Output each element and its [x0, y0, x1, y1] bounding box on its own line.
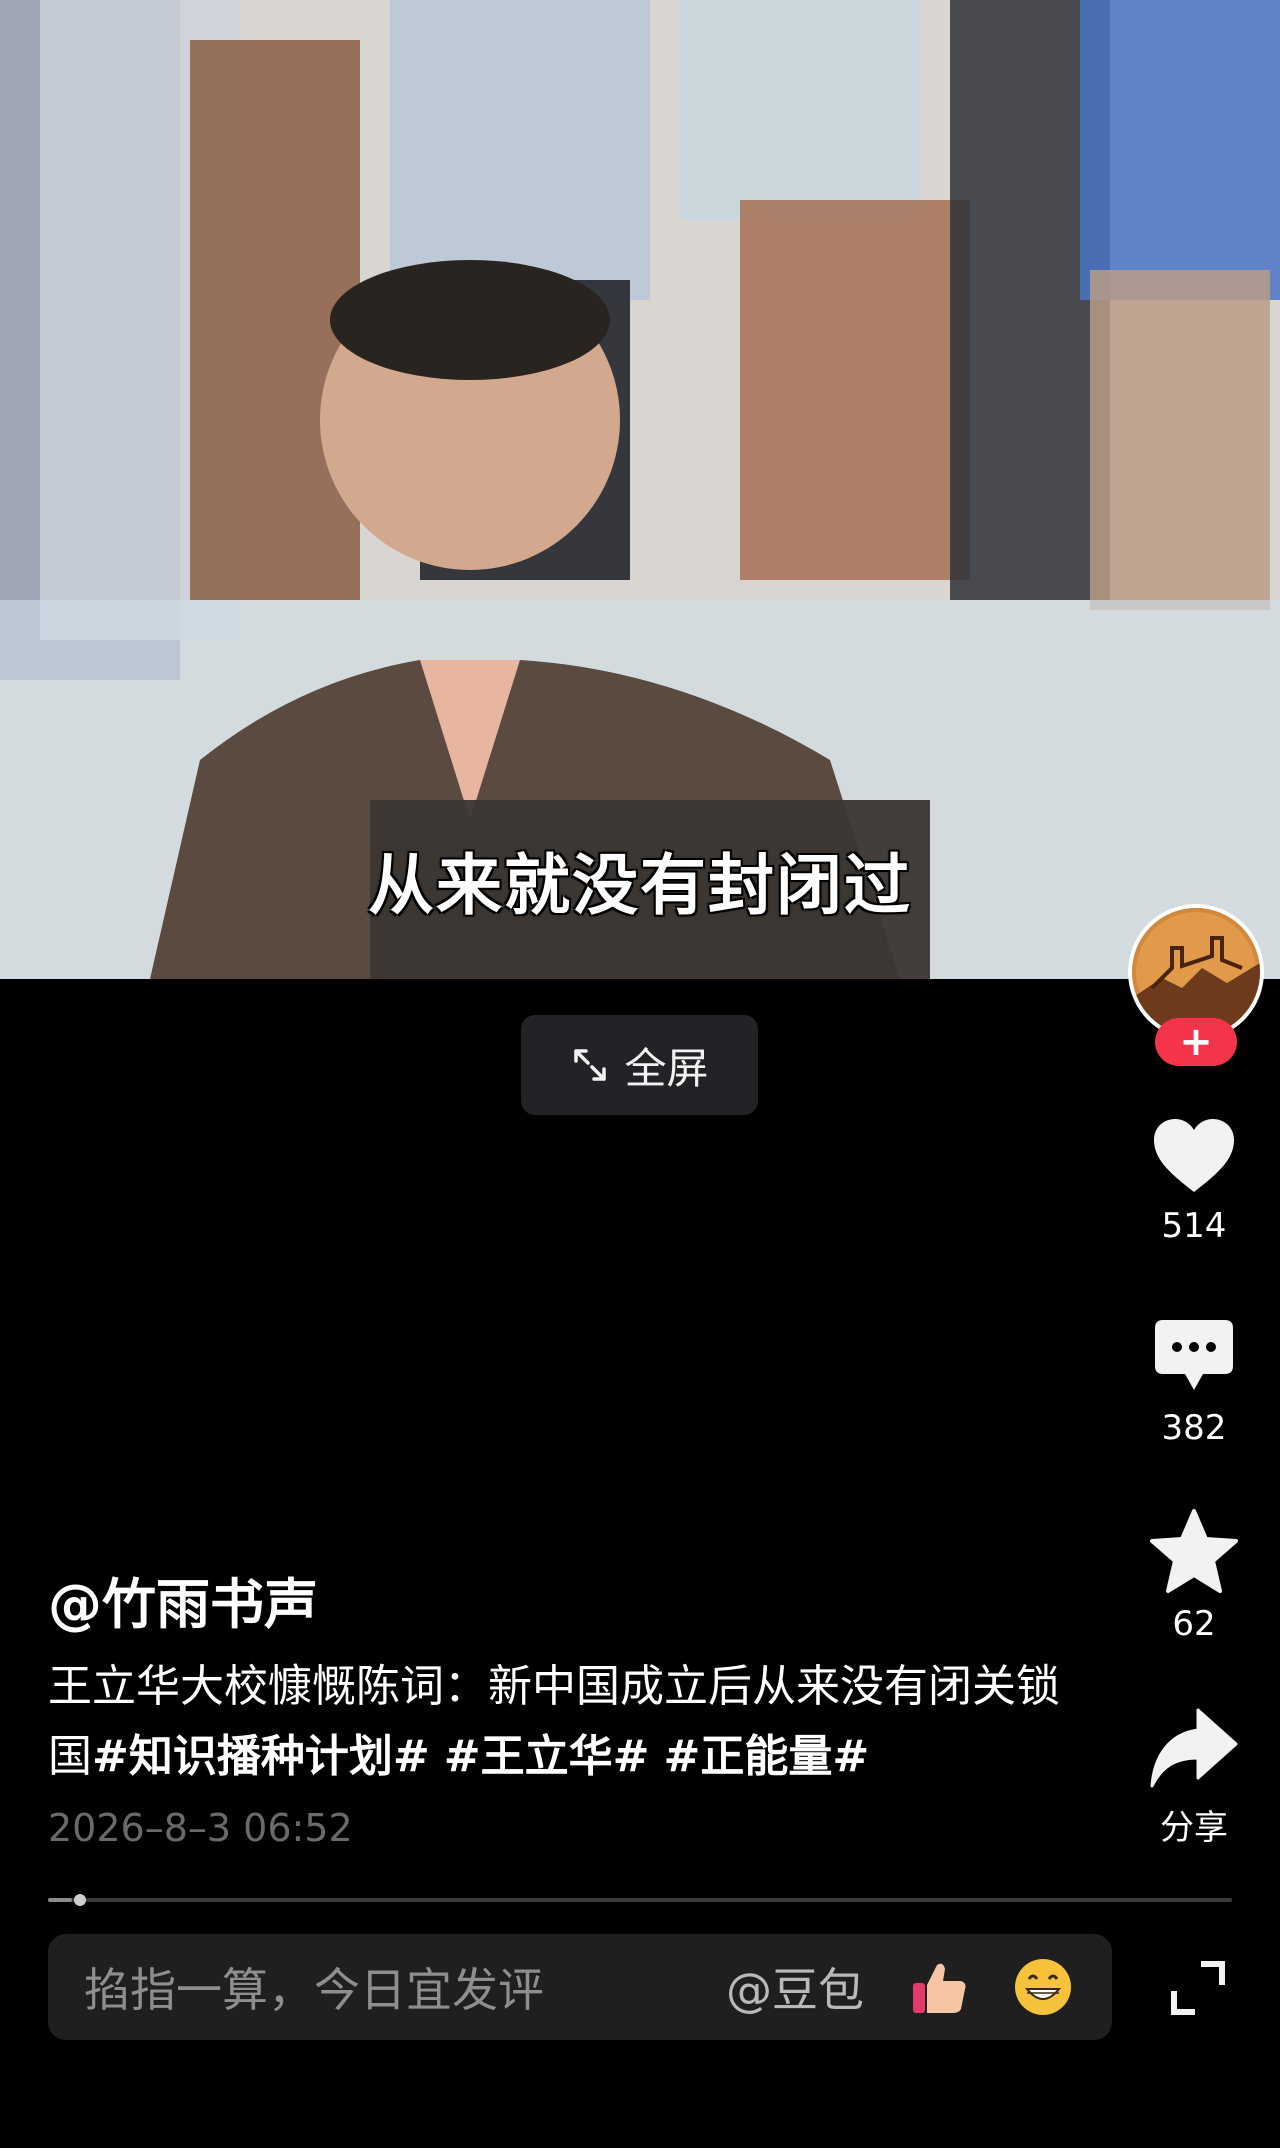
comment-placeholder: 掐指一算，今日宜发评: [84, 1963, 544, 2017]
like-button[interactable]: 514: [1124, 1116, 1264, 1246]
avatar-image: [1132, 908, 1260, 1036]
favorite-button[interactable]: 62: [1124, 1508, 1264, 1644]
comment-count: 382: [1161, 1408, 1227, 1448]
post-caption: 王立华大校慷慨陈词：新中国成立后从来没有闭关锁国#知识播种计划# #王立华# #…: [48, 1652, 1088, 1792]
expand-arrows-icon: [574, 1049, 607, 1081]
share-arrow-icon: [1150, 1708, 1238, 1788]
progress-handle[interactable]: [74, 1894, 86, 1906]
author-name[interactable]: @竹雨书声: [48, 1560, 318, 1639]
post-timestamp: 2026–8–3 06:52: [48, 1806, 353, 1850]
hashtag[interactable]: #王立华#: [444, 1731, 650, 1782]
video-player[interactable]: 从来就没有封闭过: [0, 0, 1280, 979]
fullscreen-button[interactable]: 全屏: [521, 1015, 758, 1115]
share-button[interactable]: 分享: [1124, 1706, 1264, 1849]
mention-button[interactable]: @豆包: [726, 1954, 864, 2020]
video-progress-bar[interactable]: [48, 1898, 1232, 1902]
hashtag[interactable]: #知识播种计划#: [92, 1731, 430, 1782]
like-count: 514: [1161, 1206, 1227, 1246]
hashtag[interactable]: #正能量#: [663, 1731, 869, 1782]
progress-fill: [48, 1898, 72, 1902]
video-subtitle: 从来就没有封闭过: [368, 847, 912, 924]
thumbs-up-emoji[interactable]: [904, 1952, 974, 2022]
grinning-face-emoji[interactable]: [1008, 1952, 1078, 2022]
comment-input[interactable]: 掐指一算，今日宜发评 @豆包: [48, 1934, 1112, 2040]
heart-icon: [1154, 1119, 1234, 1192]
share-label: 分享: [1160, 1808, 1228, 1848]
comment-button[interactable]: 382: [1124, 1316, 1264, 1448]
expand-corners-icon[interactable]: [1166, 1956, 1230, 2020]
star-icon: [1150, 1509, 1238, 1593]
favorite-count: 62: [1172, 1604, 1216, 1644]
fullscreen-label: 全屏: [624, 1043, 709, 1093]
follow-button[interactable]: +: [1155, 1018, 1237, 1066]
speech-bubble-icon: [1155, 1320, 1233, 1390]
